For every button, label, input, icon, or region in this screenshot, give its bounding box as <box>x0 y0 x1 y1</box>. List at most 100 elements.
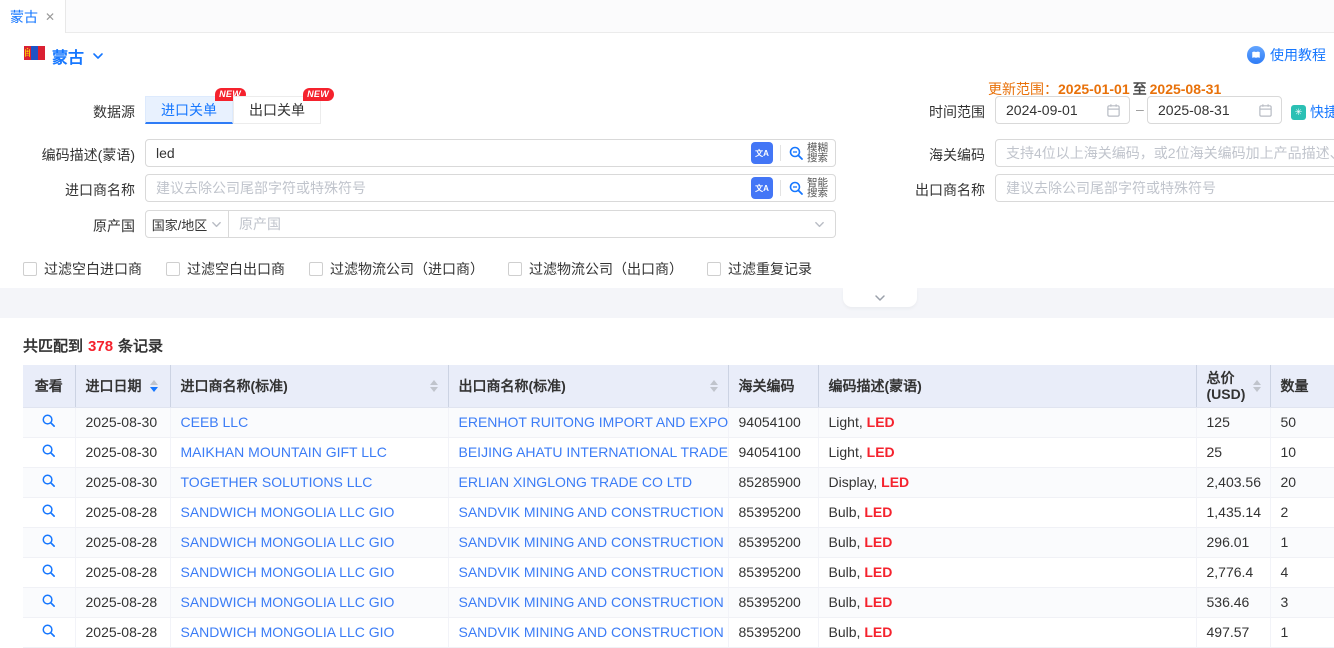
country-title[interactable]: 蒙古 <box>52 44 84 68</box>
sort-icon[interactable] <box>150 380 158 392</box>
filter-panel: 更新范围：2025-01-01至2025-08-31 数据源 进口关单 NEW … <box>0 75 1334 288</box>
exporter-label: 出口商名称 <box>862 180 985 200</box>
view-button[interactable] <box>41 473 56 488</box>
view-button[interactable] <box>41 413 56 428</box>
tab-export-declarations[interactable]: 出口关单 NEW <box>233 96 321 124</box>
app-header: 蒙古 使用教程 <box>0 33 1334 75</box>
translate-icon[interactable]: 文A <box>751 142 773 164</box>
desc-text: Bulb, <box>829 534 865 550</box>
col-import-date[interactable]: 进口日期 <box>75 365 170 407</box>
exporter-link[interactable]: ERENHOT RUITONG IMPORT AND EXPORT ... <box>459 414 729 430</box>
hs-code-cell: 85395200 <box>728 497 818 527</box>
import-date-cell: 2025-08-30 <box>75 437 170 467</box>
hs-code-cell: 85395200 <box>728 587 818 617</box>
exporter-link[interactable]: SANDVIK MINING AND CONSTRUCTION L... <box>459 594 729 610</box>
exporter-link[interactable]: SANDVIK MINING AND CONSTRUCTION L... <box>459 624 729 640</box>
view-button[interactable] <box>41 533 56 548</box>
filter-checkbox[interactable]: 过滤空白进口商 <box>23 259 142 279</box>
col-importer[interactable]: 进口商名称(标准) <box>170 365 448 407</box>
exporter-link[interactable]: SANDVIK MINING AND CONSTRUCTION L... <box>459 534 729 550</box>
checkbox-label: 过滤空白进口商 <box>44 259 142 279</box>
importer-link[interactable]: SANDWICH MONGOLIA LLC GIO <box>181 504 395 520</box>
filter-checkbox[interactable]: 过滤物流公司（出口商） <box>508 259 683 279</box>
view-button[interactable] <box>41 593 56 608</box>
checkbox[interactable] <box>309 262 323 276</box>
date-end-input[interactable]: 2025-08-31 <box>1147 96 1282 124</box>
col-exporter[interactable]: 出口商名称(标准) <box>448 365 728 407</box>
filter-checkbox[interactable]: 过滤空白出口商 <box>166 259 285 279</box>
quantity-cell: 2 <box>1270 497 1334 527</box>
exporter-cell: BEIJING AHATU INTERNATIONAL TRADE C... <box>448 437 728 467</box>
view-cell <box>23 467 75 497</box>
checkbox[interactable] <box>166 262 180 276</box>
hs-code-input[interactable] <box>995 139 1334 167</box>
view-button[interactable] <box>41 563 56 578</box>
importer-link[interactable]: SANDWICH MONGOLIA LLC GIO <box>181 624 395 640</box>
col-quantity: 数量 <box>1270 365 1334 407</box>
magnifier-icon <box>41 623 56 638</box>
collapse-toggle[interactable] <box>843 288 917 307</box>
sort-icon[interactable] <box>710 380 718 392</box>
origin-region-select[interactable]: 国家/地区 <box>145 210 229 238</box>
exporter-link[interactable]: ERLIAN XINGLONG TRADE CO LTD <box>459 474 693 490</box>
tab-mongolia[interactable]: 蒙古 ✕ <box>0 0 66 33</box>
magnifier-icon <box>41 593 56 608</box>
view-button[interactable] <box>41 443 56 458</box>
checkbox-label: 过滤物流公司（出口商） <box>529 259 683 279</box>
magnifier-icon <box>41 563 56 578</box>
sort-icon[interactable] <box>1253 380 1261 392</box>
tab-bar: 蒙古 ✕ <box>0 0 1334 33</box>
desc-highlight: LED <box>867 444 895 460</box>
desc-text: Light, <box>829 444 867 460</box>
col-total-usd[interactable]: 总价 (USD) <box>1196 365 1270 407</box>
filter-checkbox[interactable]: 过滤物流公司（进口商） <box>309 259 484 279</box>
code-desc-input[interactable] <box>146 145 751 161</box>
code-desc-cell: Display, LED <box>818 467 1196 497</box>
date-separator: – <box>1136 101 1144 117</box>
importer-link[interactable]: MAIKHAN MOUNTAIN GIFT LLC <box>181 444 387 460</box>
fuzzy-search-button[interactable]: 模糊搜索 <box>788 143 835 164</box>
exporter-cell: SANDVIK MINING AND CONSTRUCTION L... <box>448 527 728 557</box>
importer-link[interactable]: TOGETHER SOLUTIONS LLC <box>181 474 373 490</box>
col-total-label: 总价 (USD) <box>1207 370 1246 402</box>
exporter-link[interactable]: SANDVIK MINING AND CONSTRUCTION L... <box>459 564 729 580</box>
tutorial-link[interactable]: 使用教程 <box>1247 45 1326 65</box>
chevron-down-icon[interactable] <box>92 50 104 62</box>
search-icon <box>788 145 804 161</box>
exporter-link[interactable]: BEIJING AHATU INTERNATIONAL TRADE C... <box>459 444 729 460</box>
sort-icon[interactable] <box>430 380 438 392</box>
quick-select-button[interactable]: ✳ 快捷 <box>1291 102 1334 122</box>
exporter-link[interactable]: SANDVIK MINING AND CONSTRUCTION L... <box>459 504 729 520</box>
close-icon[interactable]: ✕ <box>45 11 55 23</box>
checkbox[interactable] <box>23 262 37 276</box>
importer-cell: TOGETHER SOLUTIONS LLC <box>170 467 448 497</box>
date-start-value: 2024-09-01 <box>1006 102 1106 118</box>
exporter-input[interactable] <box>995 174 1334 202</box>
desc-text: Display, <box>829 474 882 490</box>
quantity-cell: 1 <box>1270 617 1334 647</box>
exporter-cell: SANDVIK MINING AND CONSTRUCTION L... <box>448 617 728 647</box>
view-button[interactable] <box>41 623 56 638</box>
calendar-icon <box>1106 103 1121 118</box>
view-button[interactable] <box>41 503 56 518</box>
importer-input[interactable] <box>146 180 751 196</box>
smart-search-button[interactable]: 智能搜索 <box>788 178 835 199</box>
checkbox[interactable] <box>508 262 522 276</box>
view-cell <box>23 497 75 527</box>
importer-link[interactable]: SANDWICH MONGOLIA LLC GIO <box>181 534 395 550</box>
date-start-input[interactable]: 2024-09-01 <box>995 96 1130 124</box>
new-badge: NEW <box>303 88 334 101</box>
import-date-cell: 2025-08-28 <box>75 527 170 557</box>
translate-icon[interactable]: 文A <box>751 177 773 199</box>
importer-searchbox: 文A 智能搜索 <box>145 174 836 202</box>
importer-link[interactable]: CEEB LLC <box>181 414 249 430</box>
checkbox[interactable] <box>707 262 721 276</box>
divider <box>780 145 781 161</box>
app-screen: 蒙古 ✕ 蒙古 使用教程 更新范围：2025-01-01至2025-08-31 … <box>0 0 1334 648</box>
importer-link[interactable]: SANDWICH MONGOLIA LLC GIO <box>181 594 395 610</box>
results-prefix: 共匹配到 <box>23 338 83 355</box>
origin-country-select[interactable]: 原产国 <box>229 210 836 238</box>
tab-import-declarations[interactable]: 进口关单 NEW <box>145 96 233 124</box>
importer-link[interactable]: SANDWICH MONGOLIA LLC GIO <box>181 564 395 580</box>
filter-checkbox[interactable]: 过滤重复记录 <box>707 259 812 279</box>
